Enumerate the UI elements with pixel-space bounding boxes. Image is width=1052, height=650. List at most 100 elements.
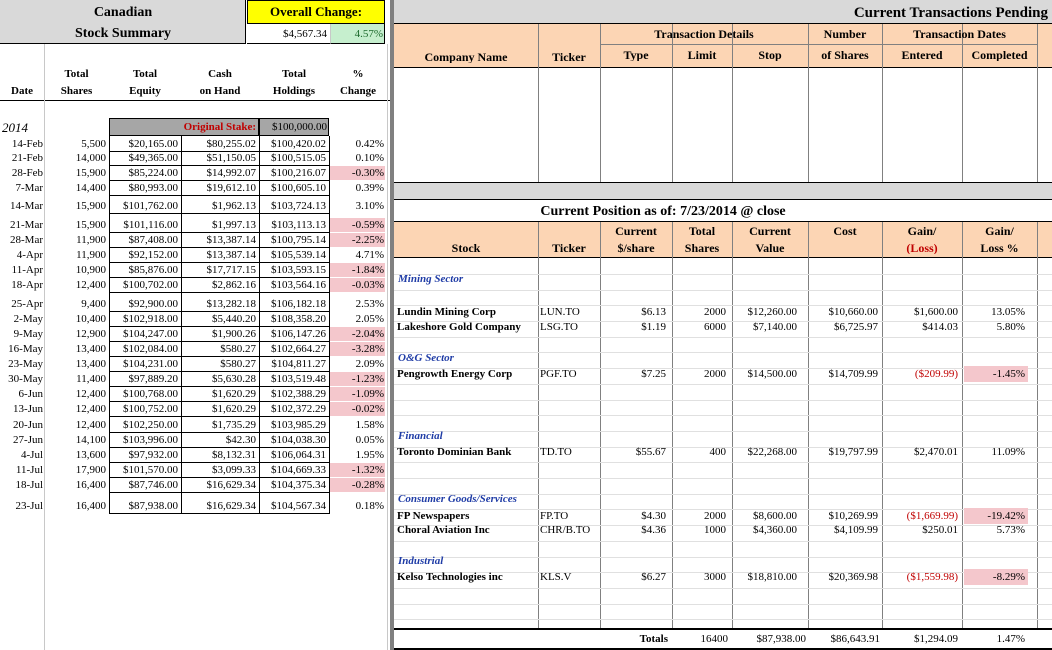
summary-cell-cash[interactable]: $51,150.05 bbox=[181, 152, 257, 164]
summary-cell-pct[interactable]: 2.09% bbox=[329, 358, 384, 370]
summary-cell-shares[interactable]: 15,900 bbox=[46, 167, 106, 179]
summary-cell-date[interactable]: 7-Mar bbox=[0, 182, 44, 194]
stock-cost[interactable]: $19,797.99 bbox=[808, 446, 879, 458]
stock-value[interactable]: $8,600.00 bbox=[732, 510, 797, 522]
stock-price[interactable]: $6.13 bbox=[600, 306, 666, 318]
stock-gain-pct[interactable]: 5.80% bbox=[962, 321, 1025, 333]
summary-cell-date[interactable]: 18-Apr bbox=[0, 279, 43, 291]
stock-ticker[interactable]: PGF.TO bbox=[540, 368, 598, 380]
stock-name[interactable]: Pengrowth Energy Corp bbox=[397, 368, 537, 380]
summary-cell-pct[interactable]: 0.05% bbox=[329, 434, 384, 446]
summary-cell-pct[interactable]: -0.02% bbox=[329, 403, 384, 415]
summary-cell-pct[interactable]: -1.84% bbox=[329, 264, 384, 276]
stock-ticker[interactable]: CHR/B.TO bbox=[540, 524, 598, 536]
stock-name[interactable]: Choral Aviation Inc bbox=[397, 524, 537, 536]
summary-cell-holdings[interactable]: $103,985.29 bbox=[259, 419, 326, 431]
summary-cell-pct[interactable]: -1.32% bbox=[329, 464, 384, 476]
summary-cell-shares[interactable]: 12,400 bbox=[46, 403, 106, 415]
stock-price[interactable]: $4.36 bbox=[600, 524, 666, 536]
summary-cell-holdings[interactable]: $103,564.16 bbox=[259, 279, 326, 291]
stock-value[interactable]: $22,268.00 bbox=[732, 446, 798, 458]
stock-cost[interactable]: $20,369.98 bbox=[808, 571, 879, 583]
summary-cell-cash[interactable]: $8,132.31 bbox=[181, 449, 256, 461]
stock-price[interactable]: $4.30 bbox=[600, 510, 666, 522]
summary-cell-shares[interactable]: 12,400 bbox=[46, 388, 106, 400]
summary-cell-date[interactable]: 18-Jul bbox=[0, 479, 44, 491]
summary-cell-pct[interactable]: 0.42% bbox=[329, 138, 384, 150]
summary-cell-equity[interactable]: $101,570.00 bbox=[109, 464, 178, 476]
stock-gain-pct[interactable]: 5.73% bbox=[962, 524, 1025, 536]
summary-cell-equity[interactable]: $104,231.00 bbox=[109, 358, 178, 370]
summary-cell-equity[interactable]: $85,876.00 bbox=[109, 264, 179, 276]
summary-cell-cash[interactable]: $16,629.34 bbox=[181, 500, 257, 512]
stock-ticker[interactable]: FP.TO bbox=[540, 510, 598, 522]
summary-cell-pct[interactable]: 4.71% bbox=[329, 249, 384, 261]
stock-gain-pct[interactable]: 11.09% bbox=[962, 446, 1025, 458]
summary-cell-shares[interactable]: 12,400 bbox=[46, 419, 106, 431]
summary-cell-shares[interactable]: 13,400 bbox=[46, 343, 106, 355]
summary-cell-holdings[interactable]: $102,388.29 bbox=[259, 388, 326, 400]
summary-cell-holdings[interactable]: $106,147.26 bbox=[259, 328, 326, 340]
stock-shares[interactable]: 2000 bbox=[672, 306, 726, 318]
summary-cell-holdings[interactable]: $104,038.30 bbox=[259, 434, 326, 446]
stock-ticker[interactable]: LUN.TO bbox=[540, 306, 598, 318]
summary-cell-pct[interactable]: -0.30% bbox=[329, 167, 384, 179]
stock-gain-pct[interactable]: 13.05% bbox=[962, 306, 1025, 318]
summary-cell-cash[interactable]: $1,735.29 bbox=[181, 419, 256, 431]
summary-cell-cash[interactable]: $1,997.13 bbox=[181, 219, 256, 231]
summary-cell-shares[interactable]: 16,400 bbox=[46, 500, 106, 512]
stock-shares[interactable]: 6000 bbox=[672, 321, 726, 333]
summary-cell-shares[interactable]: 9,400 bbox=[46, 298, 106, 310]
summary-cell-date[interactable]: 2-May bbox=[0, 313, 43, 325]
summary-cell-shares[interactable]: 10,900 bbox=[46, 264, 106, 276]
summary-cell-cash[interactable]: $80,255.02 bbox=[181, 138, 257, 150]
summary-cell-holdings[interactable]: $102,664.27 bbox=[259, 343, 326, 355]
stock-value[interactable]: $7,140.00 bbox=[732, 321, 797, 333]
summary-cell-equity[interactable]: $85,224.00 bbox=[109, 167, 179, 179]
summary-cell-holdings[interactable]: $100,605.10 bbox=[259, 182, 326, 194]
stock-cost[interactable]: $4,109.99 bbox=[808, 524, 878, 536]
summary-cell-date[interactable]: 11-Jul bbox=[0, 464, 43, 476]
stock-value[interactable]: $4,360.00 bbox=[732, 524, 797, 536]
summary-cell-holdings[interactable]: $102,372.29 bbox=[259, 403, 326, 415]
stock-gain-pct[interactable]: -8.29% bbox=[962, 571, 1025, 583]
summary-cell-pct[interactable]: -1.09% bbox=[329, 388, 384, 400]
stock-gain[interactable]: $414.03 bbox=[882, 321, 958, 333]
summary-cell-cash[interactable]: $14,992.07 bbox=[181, 167, 257, 179]
summary-cell-holdings[interactable]: $106,064.31 bbox=[259, 449, 326, 461]
summary-cell-holdings[interactable]: $103,113.13 bbox=[259, 219, 326, 231]
summary-cell-equity[interactable]: $101,762.00 bbox=[109, 200, 178, 212]
stock-name[interactable]: Lakeshore Gold Company bbox=[397, 321, 537, 333]
summary-cell-holdings[interactable]: $104,811.27 bbox=[259, 358, 326, 370]
summary-cell-date[interactable]: 21-Mar bbox=[0, 219, 43, 231]
summary-cell-holdings[interactable]: $106,182.18 bbox=[259, 298, 326, 310]
stock-name[interactable]: Toronto Dominian Bank bbox=[397, 446, 537, 458]
summary-cell-cash[interactable]: $5,630.28 bbox=[181, 373, 256, 385]
summary-cell-pct[interactable]: 0.18% bbox=[329, 500, 384, 512]
summary-cell-shares[interactable]: 5,500 bbox=[46, 138, 106, 150]
summary-cell-pct[interactable]: 0.39% bbox=[329, 182, 384, 194]
summary-cell-pct[interactable]: -1.23% bbox=[329, 373, 384, 385]
summary-cell-equity[interactable]: $20,165.00 bbox=[109, 138, 179, 150]
summary-cell-shares[interactable]: 10,400 bbox=[46, 313, 106, 325]
summary-cell-cash[interactable]: $13,387.14 bbox=[181, 249, 257, 261]
summary-cell-cash[interactable]: $580.27 bbox=[181, 358, 256, 370]
stock-value[interactable]: $18,810.00 bbox=[732, 571, 798, 583]
stock-gain-pct[interactable]: -1.45% bbox=[962, 368, 1025, 380]
summary-cell-date[interactable]: 27-Jun bbox=[0, 434, 43, 446]
summary-cell-date[interactable]: 14-Feb bbox=[0, 138, 43, 150]
summary-cell-holdings[interactable]: $103,519.48 bbox=[259, 373, 326, 385]
summary-cell-pct[interactable]: -2.25% bbox=[329, 234, 384, 246]
summary-cell-pct[interactable]: 1.95% bbox=[329, 449, 384, 461]
summary-cell-equity[interactable]: $102,250.00 bbox=[109, 419, 178, 431]
summary-cell-date[interactable]: 16-May bbox=[0, 343, 43, 355]
summary-cell-date[interactable]: 6-Jun bbox=[0, 388, 43, 400]
summary-cell-shares[interactable]: 13,400 bbox=[46, 358, 106, 370]
summary-cell-date[interactable]: 25-Apr bbox=[0, 298, 43, 310]
stock-shares[interactable]: 400 bbox=[672, 446, 727, 458]
summary-cell-cash[interactable]: $3,099.33 bbox=[181, 464, 256, 476]
stock-gain[interactable]: $1,600.00 bbox=[882, 306, 958, 318]
summary-cell-shares[interactable]: 13,600 bbox=[46, 449, 106, 461]
summary-cell-holdings[interactable]: $100,216.07 bbox=[259, 167, 326, 179]
summary-cell-equity[interactable]: $100,702.00 bbox=[109, 279, 178, 291]
